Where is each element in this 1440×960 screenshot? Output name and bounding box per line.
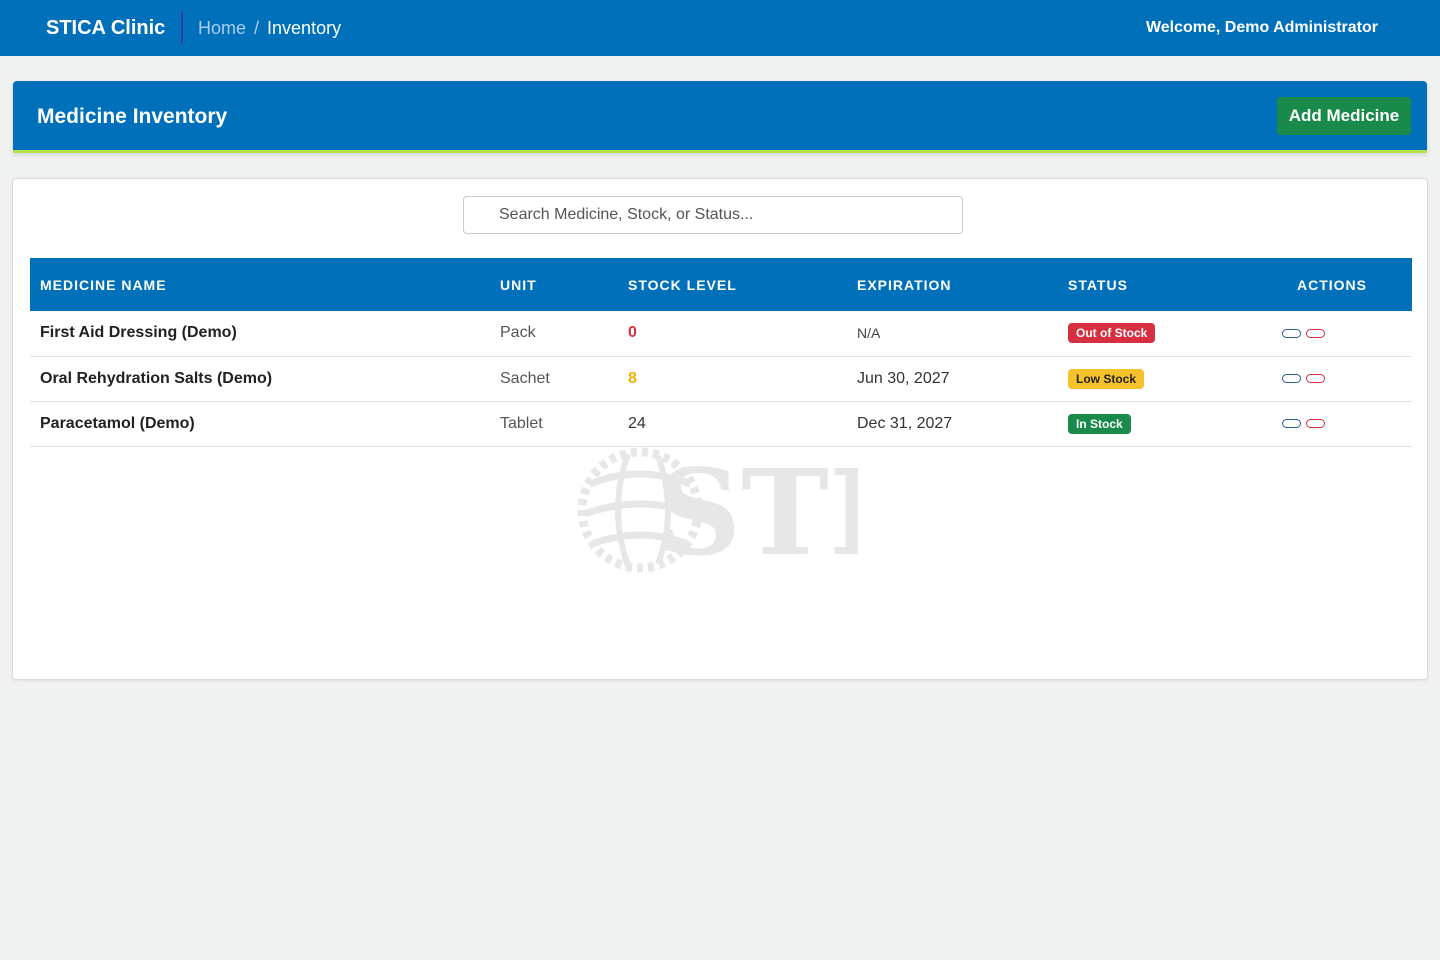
svg-text:STI: STI	[656, 444, 858, 574]
inventory-card: STI MEDICINE NAME UNIT STOCK LEVEL EXPIR…	[12, 178, 1428, 680]
medicine-name: Paracetamol (Demo)	[30, 401, 490, 447]
top-navbar: STICA Clinic Home / Inventory Welcome, D…	[0, 0, 1440, 56]
search-input[interactable]	[463, 196, 963, 234]
sti-watermark-logo: STI	[577, 444, 858, 574]
expiration-date: Jun 30, 2027	[847, 356, 1058, 402]
stock-cell: 8	[618, 356, 847, 402]
delete-button[interactable]	[1306, 373, 1325, 383]
expiration-date: N/A	[847, 311, 1058, 357]
column-header-status[interactable]: STATUS	[1058, 258, 1252, 311]
page-header-card: Medicine Inventory Add Medicine	[13, 81, 1427, 153]
breadcrumb-home-link[interactable]: Home	[198, 17, 246, 39]
actions-cell	[1252, 356, 1412, 402]
edit-button[interactable]	[1282, 418, 1301, 428]
status-cell: Out of Stock	[1058, 311, 1252, 357]
stock-cell: 0	[618, 311, 847, 357]
table-header-row: MEDICINE NAME UNIT STOCK LEVEL EXPIRATIO…	[30, 258, 1412, 311]
column-header-actions: ACTIONS	[1297, 276, 1367, 293]
actions-cell	[1252, 401, 1412, 447]
status-cell: Low Stock	[1058, 356, 1252, 402]
status-badge: In Stock	[1068, 413, 1131, 434]
navbar-divider	[181, 12, 183, 43]
page-title: Medicine Inventory	[37, 105, 228, 128]
stock-cell: 24	[618, 401, 847, 447]
medicine-unit: Sachet	[490, 356, 618, 402]
welcome-user-text[interactable]: Welcome, Demo Administrator	[1146, 18, 1378, 38]
medicine-name: Oral Rehydration Salts (Demo)	[30, 356, 490, 402]
table-row: Paracetamol (Demo) Tablet 24 Dec 31, 202…	[30, 401, 1412, 447]
breadcrumb: Home / Inventory	[198, 17, 341, 39]
column-header-unit[interactable]: UNIT	[490, 258, 618, 311]
breadcrumb-current: Inventory	[267, 18, 342, 38]
stock-level: 24	[628, 414, 646, 432]
edit-button[interactable]	[1282, 373, 1301, 383]
inventory-table: MEDICINE NAME UNIT STOCK LEVEL EXPIRATIO…	[30, 258, 1412, 447]
brand-logo-text[interactable]: STICA Clinic	[46, 15, 165, 41]
stock-level: 8	[628, 369, 637, 387]
status-badge: Out of Stock	[1068, 323, 1156, 344]
breadcrumb-separator: /	[254, 18, 260, 38]
table-row: First Aid Dressing (Demo) Pack 0 N/A Out…	[30, 311, 1412, 357]
column-header-expiration[interactable]: EXPIRATION	[847, 258, 1058, 311]
status-cell: In Stock	[1058, 401, 1252, 447]
actions-cell	[1252, 311, 1412, 357]
expiration-date: Dec 31, 2027	[847, 401, 1058, 447]
column-header-medicine-name[interactable]: MEDICINE NAME	[30, 258, 490, 311]
delete-button[interactable]	[1306, 328, 1325, 338]
delete-button[interactable]	[1306, 418, 1325, 428]
edit-button[interactable]	[1282, 328, 1301, 338]
add-medicine-button[interactable]: Add Medicine	[1277, 97, 1411, 135]
medicine-unit: Tablet	[490, 401, 618, 447]
column-header-stock-level[interactable]: STOCK LEVEL	[618, 258, 847, 311]
table-row: Oral Rehydration Salts (Demo) Sachet 8 J…	[30, 356, 1412, 402]
status-badge: Low Stock	[1068, 368, 1145, 389]
medicine-unit: Pack	[490, 311, 618, 357]
stock-level: 0	[628, 324, 637, 342]
medicine-name: First Aid Dressing (Demo)	[30, 311, 490, 357]
